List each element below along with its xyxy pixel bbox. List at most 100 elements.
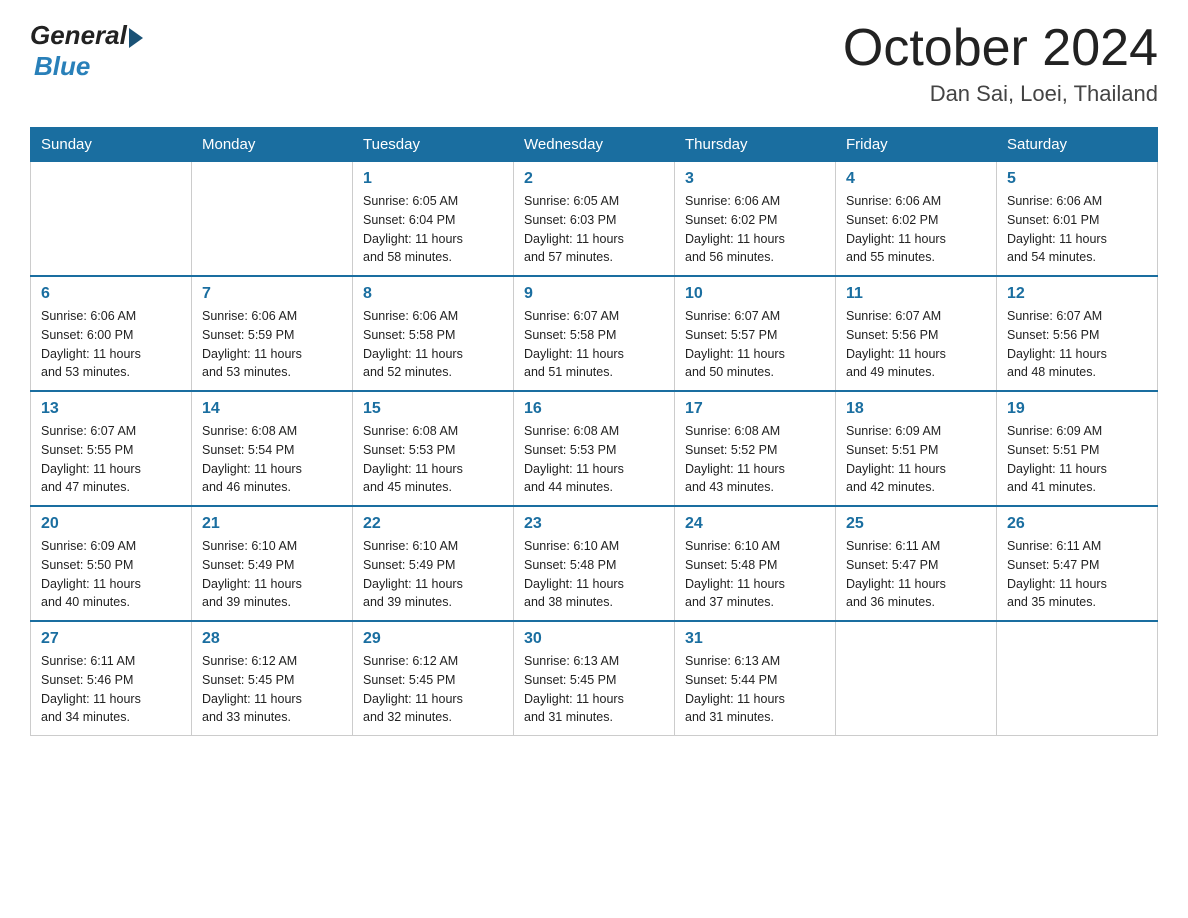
day-info: Sunrise: 6:06 AMSunset: 6:02 PMDaylight:… bbox=[846, 192, 986, 267]
day-number: 8 bbox=[363, 285, 503, 303]
calendar-cell: 10 Sunrise: 6:07 AMSunset: 5:57 PMDayligh… bbox=[675, 276, 836, 391]
weekday-header-wednesday: Wednesday bbox=[514, 128, 675, 162]
day-info: Sunrise: 6:06 AMSunset: 5:58 PMDaylight:… bbox=[363, 307, 503, 382]
calendar-title: October 2024 bbox=[843, 20, 1158, 77]
day-number: 23 bbox=[524, 515, 664, 533]
day-info: Sunrise: 6:13 AMSunset: 5:45 PMDaylight:… bbox=[524, 652, 664, 727]
day-number: 26 bbox=[1007, 515, 1147, 533]
weekday-header-monday: Monday bbox=[192, 128, 353, 162]
weekday-header-friday: Friday bbox=[836, 128, 997, 162]
weekday-header-sunday: Sunday bbox=[31, 128, 192, 162]
calendar-week-row: 6 Sunrise: 6:06 AMSunset: 6:00 PMDaylight… bbox=[31, 276, 1158, 391]
day-info: Sunrise: 6:06 AMSunset: 6:00 PMDaylight:… bbox=[41, 307, 181, 382]
day-info: Sunrise: 6:08 AMSunset: 5:52 PMDaylight:… bbox=[685, 422, 825, 497]
day-info: Sunrise: 6:08 AMSunset: 5:54 PMDaylight:… bbox=[202, 422, 342, 497]
day-number: 17 bbox=[685, 400, 825, 418]
calendar-cell: 12Sunrise: 6:07 AMSunset: 5:56 PMDayligh… bbox=[997, 276, 1158, 391]
day-info: Sunrise: 6:10 AMSunset: 5:49 PMDaylight:… bbox=[363, 537, 503, 612]
calendar-cell: 31Sunrise: 6:13 AMSunset: 5:44 PMDayligh… bbox=[675, 621, 836, 736]
calendar-cell: 6 Sunrise: 6:06 AMSunset: 6:00 PMDaylight… bbox=[31, 276, 192, 391]
day-info: Sunrise: 6:06 AMSunset: 6:01 PMDaylight:… bbox=[1007, 192, 1147, 267]
calendar-cell: 11 Sunrise: 6:07 AMSunset: 5:56 PMDayligh… bbox=[836, 276, 997, 391]
day-number: 11 bbox=[846, 285, 986, 303]
calendar-cell: 23Sunrise: 6:10 AMSunset: 5:48 PMDayligh… bbox=[514, 506, 675, 621]
day-info: Sunrise: 6:07 AMSunset: 5:56 PMDaylight:… bbox=[846, 307, 986, 382]
day-info: Sunrise: 6:11 AMSunset: 5:47 PMDaylight:… bbox=[846, 537, 986, 612]
logo: General Blue bbox=[30, 20, 143, 82]
calendar-cell: 5 Sunrise: 6:06 AMSunset: 6:01 PMDaylight… bbox=[997, 162, 1158, 277]
day-info: Sunrise: 6:09 AMSunset: 5:51 PMDaylight:… bbox=[846, 422, 986, 497]
weekday-header-tuesday: Tuesday bbox=[353, 128, 514, 162]
day-info: Sunrise: 6:12 AMSunset: 5:45 PMDaylight:… bbox=[202, 652, 342, 727]
calendar-week-row: 13Sunrise: 6:07 AMSunset: 5:55 PMDayligh… bbox=[31, 391, 1158, 506]
day-number: 14 bbox=[202, 400, 342, 418]
calendar-cell: 4 Sunrise: 6:06 AMSunset: 6:02 PMDaylight… bbox=[836, 162, 997, 277]
day-info: Sunrise: 6:08 AMSunset: 5:53 PMDaylight:… bbox=[524, 422, 664, 497]
calendar-cell bbox=[31, 162, 192, 277]
calendar-cell bbox=[836, 621, 997, 736]
day-number: 27 bbox=[41, 630, 181, 648]
calendar-cell: 2 Sunrise: 6:05 AMSunset: 6:03 PMDaylight… bbox=[514, 162, 675, 277]
logo-blue-text: Blue bbox=[34, 51, 90, 81]
day-info: Sunrise: 6:06 AMSunset: 5:59 PMDaylight:… bbox=[202, 307, 342, 382]
calendar-cell: 9 Sunrise: 6:07 AMSunset: 5:58 PMDaylight… bbox=[514, 276, 675, 391]
logo-arrow-icon bbox=[129, 28, 143, 48]
day-info: Sunrise: 6:06 AMSunset: 6:02 PMDaylight:… bbox=[685, 192, 825, 267]
logo-general-text: General bbox=[30, 20, 127, 51]
calendar-cell: 17 Sunrise: 6:08 AMSunset: 5:52 PMDayligh… bbox=[675, 391, 836, 506]
weekday-header-saturday: Saturday bbox=[997, 128, 1158, 162]
day-number: 16 bbox=[524, 400, 664, 418]
day-number: 9 bbox=[524, 285, 664, 303]
day-info: Sunrise: 6:07 AMSunset: 5:58 PMDaylight:… bbox=[524, 307, 664, 382]
day-number: 20 bbox=[41, 515, 181, 533]
calendar-cell: 3 Sunrise: 6:06 AMSunset: 6:02 PMDaylight… bbox=[675, 162, 836, 277]
calendar-subtitle: Dan Sai, Loei, Thailand bbox=[843, 81, 1158, 107]
day-number: 1 bbox=[363, 170, 503, 188]
calendar-cell bbox=[192, 162, 353, 277]
day-number: 13 bbox=[41, 400, 181, 418]
day-info: Sunrise: 6:10 AMSunset: 5:48 PMDaylight:… bbox=[685, 537, 825, 612]
calendar-week-row: 27Sunrise: 6:11 AMSunset: 5:46 PMDayligh… bbox=[31, 621, 1158, 736]
calendar-cell: 29 Sunrise: 6:12 AMSunset: 5:45 PMDayligh… bbox=[353, 621, 514, 736]
day-info: Sunrise: 6:07 AMSunset: 5:57 PMDaylight:… bbox=[685, 307, 825, 382]
calendar-cell: 22Sunrise: 6:10 AMSunset: 5:49 PMDayligh… bbox=[353, 506, 514, 621]
day-number: 2 bbox=[524, 170, 664, 188]
day-number: 18 bbox=[846, 400, 986, 418]
calendar-cell: 7Sunrise: 6:06 AMSunset: 5:59 PMDaylight… bbox=[192, 276, 353, 391]
day-info: Sunrise: 6:12 AMSunset: 5:45 PMDaylight:… bbox=[363, 652, 503, 727]
day-number: 5 bbox=[1007, 170, 1147, 188]
calendar-cell: 26Sunrise: 6:11 AMSunset: 5:47 PMDayligh… bbox=[997, 506, 1158, 621]
calendar-cell: 20Sunrise: 6:09 AMSunset: 5:50 PMDayligh… bbox=[31, 506, 192, 621]
calendar-cell: 25 Sunrise: 6:11 AMSunset: 5:47 PMDayligh… bbox=[836, 506, 997, 621]
day-number: 25 bbox=[846, 515, 986, 533]
calendar-cell: 16 Sunrise: 6:08 AMSunset: 5:53 PMDayligh… bbox=[514, 391, 675, 506]
day-number: 28 bbox=[202, 630, 342, 648]
calendar-header: SundayMondayTuesdayWednesdayThursdayFrid… bbox=[31, 128, 1158, 162]
day-number: 30 bbox=[524, 630, 664, 648]
day-number: 19 bbox=[1007, 400, 1147, 418]
day-number: 29 bbox=[363, 630, 503, 648]
calendar-body: 1 Sunrise: 6:05 AMSunset: 6:04 PMDaylight… bbox=[31, 162, 1158, 736]
day-number: 4 bbox=[846, 170, 986, 188]
calendar-cell: 13Sunrise: 6:07 AMSunset: 5:55 PMDayligh… bbox=[31, 391, 192, 506]
day-number: 6 bbox=[41, 285, 181, 303]
title-block: October 2024 Dan Sai, Loei, Thailand bbox=[843, 20, 1158, 107]
weekday-header-thursday: Thursday bbox=[675, 128, 836, 162]
calendar-cell bbox=[997, 621, 1158, 736]
calendar-week-row: 20Sunrise: 6:09 AMSunset: 5:50 PMDayligh… bbox=[31, 506, 1158, 621]
weekday-header-row: SundayMondayTuesdayWednesdayThursdayFrid… bbox=[31, 128, 1158, 162]
calendar-cell: 27Sunrise: 6:11 AMSunset: 5:46 PMDayligh… bbox=[31, 621, 192, 736]
calendar-cell: 14 Sunrise: 6:08 AMSunset: 5:54 PMDayligh… bbox=[192, 391, 353, 506]
day-number: 15 bbox=[363, 400, 503, 418]
day-number: 24 bbox=[685, 515, 825, 533]
day-number: 10 bbox=[685, 285, 825, 303]
calendar-cell: 8 Sunrise: 6:06 AMSunset: 5:58 PMDaylight… bbox=[353, 276, 514, 391]
day-info: Sunrise: 6:05 AMSunset: 6:03 PMDaylight:… bbox=[524, 192, 664, 267]
calendar-cell: 15Sunrise: 6:08 AMSunset: 5:53 PMDayligh… bbox=[353, 391, 514, 506]
day-info: Sunrise: 6:05 AMSunset: 6:04 PMDaylight:… bbox=[363, 192, 503, 267]
calendar-cell: 24 Sunrise: 6:10 AMSunset: 5:48 PMDayligh… bbox=[675, 506, 836, 621]
calendar-cell: 28 Sunrise: 6:12 AMSunset: 5:45 PMDayligh… bbox=[192, 621, 353, 736]
calendar-cell: 30 Sunrise: 6:13 AMSunset: 5:45 PMDayligh… bbox=[514, 621, 675, 736]
calendar-table: SundayMondayTuesdayWednesdayThursdayFrid… bbox=[30, 127, 1158, 736]
day-number: 3 bbox=[685, 170, 825, 188]
